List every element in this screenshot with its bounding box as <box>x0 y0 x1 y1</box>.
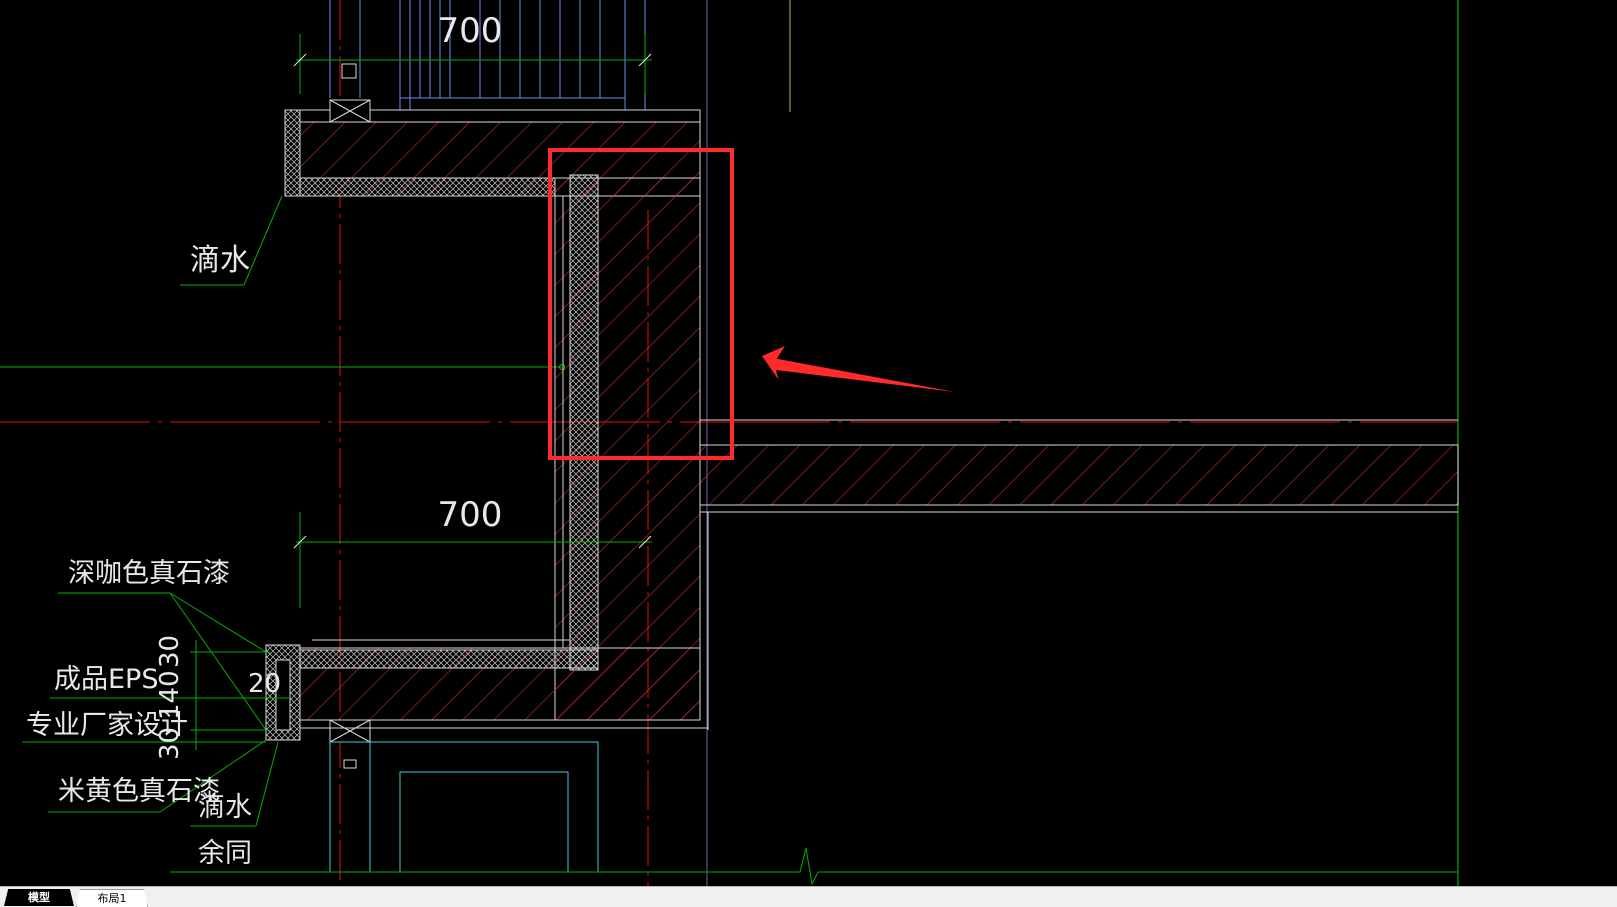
label-rest-same-group: 余同 <box>198 838 252 869</box>
wall-column <box>554 122 701 721</box>
dim-140: 140 <box>155 670 185 720</box>
label-drip-top: 滴水 <box>190 243 250 278</box>
leader-manufacturer: 专业厂家设计 <box>22 710 266 743</box>
layout-tab-bar: 模型 布局1 <box>0 886 1617 907</box>
label-eps: 成品EPS <box>54 664 158 695</box>
dim-20: 20 <box>248 669 281 699</box>
label-drip-bottom: 滴水 <box>198 792 252 823</box>
tab-layout1[interactable]: 布局1 <box>76 889 148 907</box>
drawing-canvas[interactable]: 700 700 滴水 深咖色真石漆 成品EPS 专业厂家设计 米黄色真石漆 滴水… <box>0 0 1617 886</box>
tab-model[interactable]: 模型 <box>4 889 74 906</box>
floor-slab <box>699 419 1459 730</box>
dimension-mid-text: 700 <box>438 495 503 535</box>
dimension-top-text: 700 <box>438 11 503 51</box>
label-dark-paint: 深咖色真石漆 <box>68 558 230 589</box>
top-slab <box>284 63 701 197</box>
bottom-baseline <box>170 847 1458 886</box>
cad-drawing: 700 700 滴水 深咖色真石漆 成品EPS 专业厂家设计 米黄色真石漆 滴水… <box>0 0 1459 886</box>
window-bottom <box>329 741 599 873</box>
leader-drip-top: 滴水 <box>180 195 283 286</box>
label-rest-same: 余同 <box>198 838 252 869</box>
dim-30-top: 30 <box>155 635 185 668</box>
label-yellow-paint: 米黄色真石漆 <box>58 776 220 807</box>
annotation-arrow <box>762 346 955 392</box>
vertical-dimensions: 30 140 30 20 <box>155 635 281 760</box>
dimension-700-top: 700 <box>293 11 652 94</box>
dim-30-bottom: 30 <box>155 727 185 760</box>
